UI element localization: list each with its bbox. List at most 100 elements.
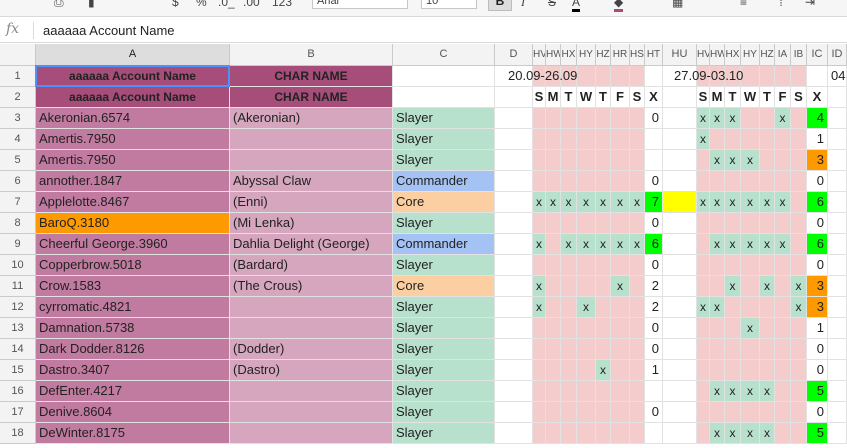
column-header-hw[interactable]: HW (710, 44, 725, 66)
week2-total-cell[interactable]: 0 (807, 360, 828, 381)
attendance-cell[interactable] (697, 423, 710, 444)
formula-input[interactable]: aaaaaa Account Name (43, 23, 175, 38)
role-cell[interactable]: Slayer (393, 213, 495, 234)
column-header-b[interactable]: B (230, 44, 393, 66)
attendance-cell[interactable] (611, 213, 630, 234)
row-header-2[interactable]: 2 (0, 87, 36, 108)
gap-cell[interactable] (663, 129, 697, 150)
attendance-cell[interactable] (760, 297, 775, 318)
attendance-cell[interactable] (630, 360, 645, 381)
percent-format-button[interactable]: % (196, 0, 207, 9)
attendance-cell[interactable]: x (741, 150, 760, 171)
attendance-cell[interactable] (725, 213, 741, 234)
d-cell[interactable] (495, 276, 533, 297)
char-name-cell[interactable] (230, 129, 393, 150)
column-header-hx[interactable]: HX (561, 44, 577, 66)
gap-cell[interactable] (663, 234, 697, 255)
account-name-cell[interactable]: cyrromatic.4821 (36, 297, 230, 318)
d-cell[interactable] (495, 108, 533, 129)
attendance-cell[interactable]: x (741, 318, 760, 339)
attendance-cell[interactable] (697, 213, 710, 234)
account-name-cell[interactable]: Damnation.5738 (36, 318, 230, 339)
gap-cell[interactable] (663, 108, 697, 129)
increase-decimal-button[interactable]: .00 (243, 0, 260, 9)
blank-cell[interactable] (828, 213, 847, 234)
gap-cell[interactable] (663, 276, 697, 297)
attendance-cell[interactable] (775, 150, 791, 171)
attendance-cell[interactable] (577, 276, 596, 297)
attendance-cell[interactable] (561, 276, 577, 297)
d-cell[interactable] (495, 171, 533, 192)
attendance-cell[interactable] (697, 171, 710, 192)
gap-cell[interactable] (663, 381, 697, 402)
week1-total-cell[interactable]: 0 (645, 402, 663, 423)
account-name-cell[interactable]: Amertis.7950 (36, 150, 230, 171)
row-header-16[interactable]: 16 (0, 381, 36, 402)
attendance-cell[interactable]: x (596, 192, 611, 213)
attendance-cell[interactable] (546, 339, 561, 360)
attendance-cell[interactable]: x (630, 192, 645, 213)
attendance-cell[interactable]: x (741, 423, 760, 444)
attendance-cell[interactable] (630, 276, 645, 297)
week2-total-cell[interactable]: 3 (807, 150, 828, 171)
attendance-cell[interactable]: x (760, 276, 775, 297)
column-header-hr[interactable]: HR (611, 44, 630, 66)
attendance-cell[interactable]: x (725, 192, 741, 213)
attendance-cell[interactable] (611, 402, 630, 423)
header-role-cell[interactable] (393, 87, 495, 108)
gap-cell[interactable] (663, 360, 697, 381)
attendance-cell[interactable] (546, 234, 561, 255)
attendance-cell[interactable] (710, 171, 725, 192)
attendance-cell[interactable] (741, 297, 760, 318)
attendance-cell[interactable] (611, 360, 630, 381)
attendance-cell[interactable] (577, 150, 596, 171)
attendance-cell[interactable] (561, 360, 577, 381)
attendance-cell[interactable]: x (741, 381, 760, 402)
column-header-ic[interactable]: IC (807, 44, 828, 66)
attendance-cell[interactable]: x (710, 234, 725, 255)
attendance-cell[interactable] (561, 339, 577, 360)
role-cell[interactable]: Slayer (393, 297, 495, 318)
attendance-cell[interactable] (546, 150, 561, 171)
column-header-hy[interactable]: HY (741, 44, 760, 66)
attendance-cell[interactable] (546, 171, 561, 192)
attendance-cell[interactable] (546, 108, 561, 129)
attendance-cell[interactable] (741, 171, 760, 192)
attendance-cell[interactable] (577, 108, 596, 129)
attendance-cell[interactable] (725, 318, 741, 339)
role-cell[interactable]: Slayer (393, 360, 495, 381)
attendance-cell[interactable] (630, 150, 645, 171)
attendance-cell[interactable] (760, 129, 775, 150)
attendance-cell[interactable] (577, 339, 596, 360)
attendance-cell[interactable]: x (775, 192, 791, 213)
attendance-cell[interactable] (760, 150, 775, 171)
attendance-cell[interactable] (611, 108, 630, 129)
attendance-cell[interactable] (533, 402, 546, 423)
column-header-hs[interactable]: HS (630, 44, 645, 66)
week1-total-cell[interactable]: 0 (645, 339, 663, 360)
attendance-cell[interactable] (577, 360, 596, 381)
attendance-cell[interactable]: x (760, 192, 775, 213)
text-color-button[interactable]: A (572, 0, 581, 12)
attendance-cell[interactable]: x (791, 297, 807, 318)
week1-total-cell[interactable] (645, 423, 663, 444)
attendance-cell[interactable]: x (760, 423, 775, 444)
blank-cell[interactable] (828, 402, 847, 423)
attendance-cell[interactable] (611, 339, 630, 360)
char-name-cell[interactable]: (Dastro) (230, 360, 393, 381)
char-name-cell[interactable] (230, 318, 393, 339)
attendance-cell[interactable] (775, 318, 791, 339)
italic-button[interactable]: I (521, 0, 525, 10)
d-cell[interactable] (495, 213, 533, 234)
attendance-cell[interactable] (725, 339, 741, 360)
attendance-cell[interactable] (775, 381, 791, 402)
attendance-cell[interactable] (596, 255, 611, 276)
fill-color-icon[interactable]: ◆ (614, 0, 624, 12)
attendance-cell[interactable] (546, 318, 561, 339)
attendance-cell[interactable] (741, 402, 760, 423)
blank-cell[interactable] (828, 171, 847, 192)
d-cell[interactable] (495, 402, 533, 423)
vertical-align-icon[interactable]: ⇡ (776, 0, 786, 9)
row-header-17[interactable]: 17 (0, 402, 36, 423)
attendance-cell[interactable] (791, 213, 807, 234)
